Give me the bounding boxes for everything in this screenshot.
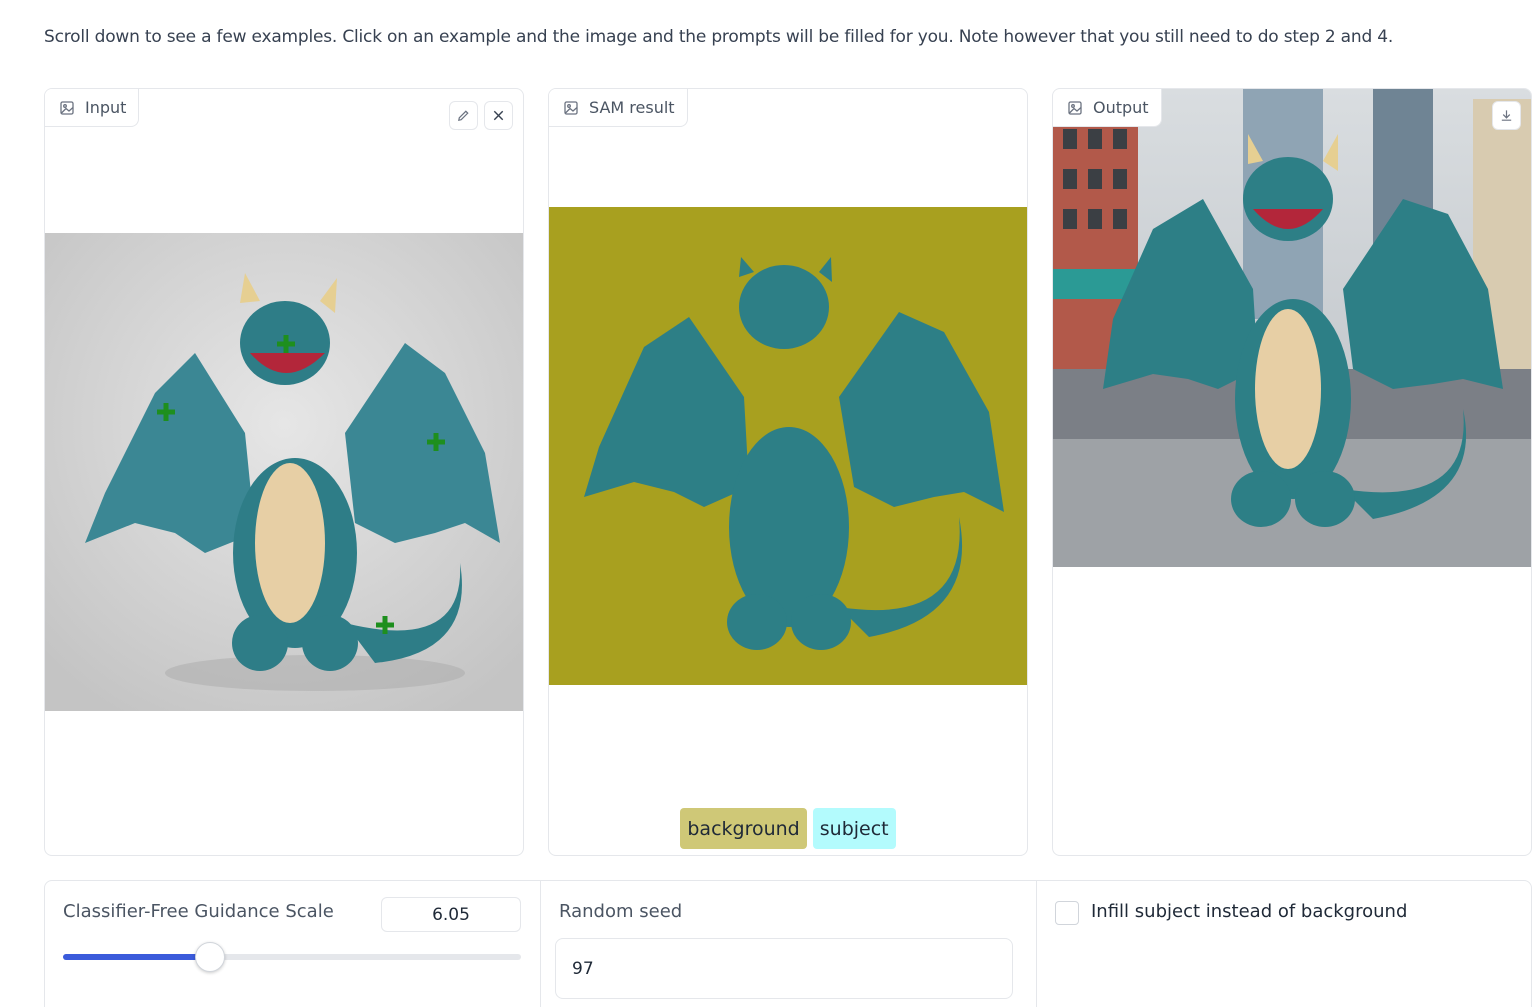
seed-input[interactable]: 97 <box>555 938 1013 999</box>
legend-subject: subject <box>812 808 896 849</box>
output-label: Output <box>1053 89 1162 127</box>
guidance-slider[interactable] <box>63 942 521 972</box>
sam-result-panel: SAM result background subject <box>548 88 1028 856</box>
input-image-panel[interactable]: Input <box>44 88 524 856</box>
guidance-slider-thumb[interactable] <box>194 942 225 972</box>
guidance-slider-fill <box>63 954 210 960</box>
intro-text: Scroll down to see a few examples. Click… <box>44 27 1394 47</box>
seed-control: Random seed 97 <box>541 881 1037 1007</box>
image-icon <box>1068 100 1082 115</box>
sam-label-text: SAM result <box>589 98 675 117</box>
guidance-number-input[interactable]: 6.05 <box>381 897 521 932</box>
download-button[interactable] <box>1492 101 1521 130</box>
infill-control: Infill subject instead of background <box>1037 881 1531 1007</box>
seed-label: Random seed <box>559 901 683 922</box>
close-icon <box>493 110 504 121</box>
edit-button[interactable] <box>449 101 478 130</box>
guidance-control: Classifier-Free Guidance Scale 6.05 <box>45 881 541 1007</box>
input-dragon-image[interactable] <box>45 233 523 711</box>
image-icon <box>60 100 74 115</box>
output-label-text: Output <box>1093 98 1149 117</box>
output-dragon-image <box>1053 89 1531 567</box>
sam-legend: background subject <box>549 808 1027 849</box>
legend-background: background <box>680 808 807 849</box>
input-label-text: Input <box>85 98 127 117</box>
input-label: Input <box>45 89 140 127</box>
output-image-panel: Output <box>1052 88 1532 856</box>
infill-checkbox[interactable] <box>1055 901 1079 925</box>
controls-row: Classifier-Free Guidance Scale 6.05 Rand… <box>44 880 1532 1007</box>
image-icon <box>564 100 578 115</box>
edit-icon <box>458 110 469 121</box>
clear-button[interactable] <box>484 101 513 130</box>
download-icon <box>1501 110 1512 121</box>
sam-result-image <box>549 207 1027 685</box>
guidance-label: Classifier-Free Guidance Scale <box>63 901 334 922</box>
infill-label[interactable]: Infill subject instead of background <box>1091 901 1407 922</box>
sam-label: SAM result <box>549 89 688 127</box>
